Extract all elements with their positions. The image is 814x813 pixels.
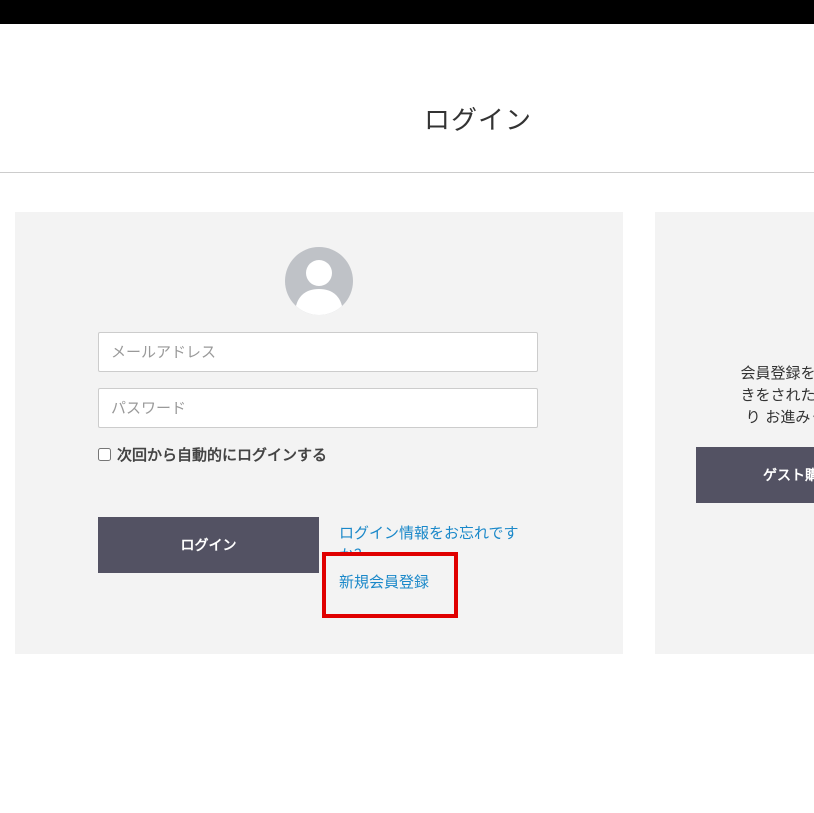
guest-purchase-button[interactable]: ゲスト購: [696, 447, 814, 503]
top-bar: [0, 0, 814, 24]
password-input[interactable]: [98, 388, 538, 428]
page-title: ログイン: [423, 106, 532, 136]
guest-description: 会員登録をせず きをされたい方 り お進みくだ: [693, 362, 814, 428]
title-divider: [0, 172, 814, 173]
remember-login-label: 次回から自動的にログインする: [117, 446, 328, 464]
register-link[interactable]: 新規会員登録: [339, 571, 429, 592]
email-input[interactable]: [98, 332, 538, 372]
guest-panel: 会員登録をせず きをされたい方 り お進みくだ ゲスト購: [655, 212, 814, 654]
guest-description-line: きをされたい方: [740, 386, 814, 404]
guest-description-line: り お進みくだ: [745, 408, 814, 426]
forgot-login-link[interactable]: ログイン情報をお忘れですか？: [339, 522, 539, 552]
user-avatar-icon: [285, 247, 353, 315]
login-panel: 次回から自動的にログインする ログイン ログイン情報をお忘れですか？ 新規会員登…: [15, 212, 623, 654]
login-button[interactable]: ログイン: [98, 517, 319, 573]
remember-login-option[interactable]: 次回から自動的にログインする: [98, 444, 327, 465]
guest-description-line: 会員登録をせず: [740, 364, 814, 382]
remember-login-checkbox[interactable]: [98, 448, 111, 461]
